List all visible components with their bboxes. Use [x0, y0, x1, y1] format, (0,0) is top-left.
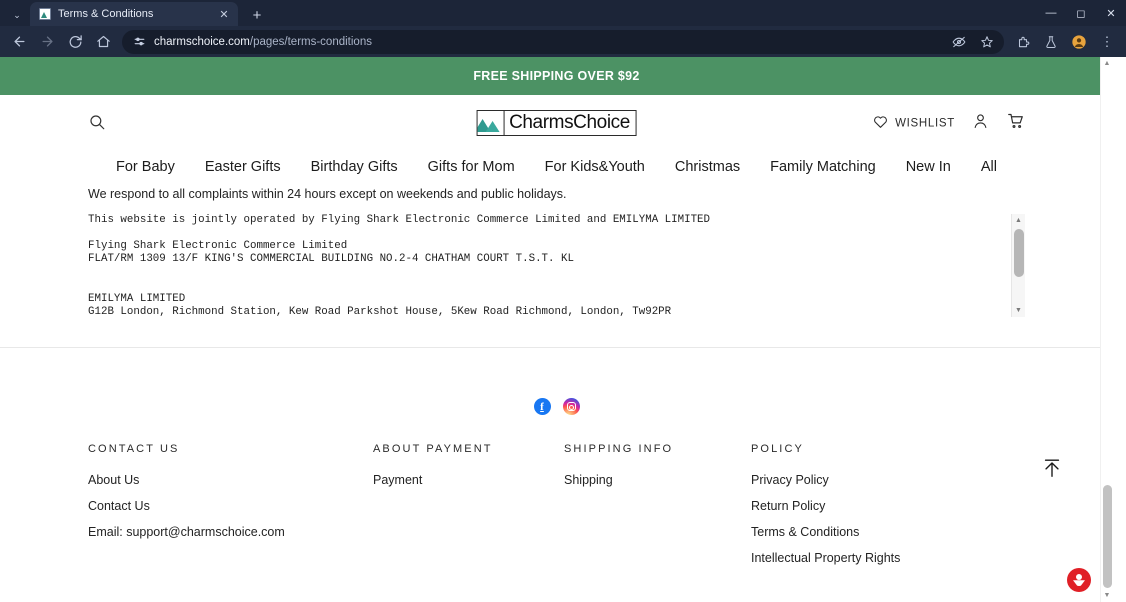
nav-item-gifts-for-mom[interactable]: Gifts for Mom [428, 159, 515, 175]
policy-scroll-region[interactable]: This website is jointly operated by Flyi… [88, 214, 1025, 317]
footer-column-contact-us: CONTACT US About Us Contact Us Email: su… [88, 443, 373, 577]
company2-name: EMILYMA LIMITED [88, 292, 186, 305]
instagram-glyph [566, 402, 576, 411]
chat-support-button[interactable] [1067, 568, 1091, 592]
footer-link-email[interactable]: Email: support@charmschoice.com [88, 525, 373, 539]
flask-icon[interactable] [1038, 29, 1064, 55]
site-footer: f CONTACT US About Us Contact Us Email: … [0, 348, 1113, 577]
forward-icon[interactable] [34, 29, 60, 55]
maximize-icon[interactable]: ◻ [1066, 0, 1096, 26]
site-logo[interactable]: CharmsChoice [476, 110, 637, 136]
social-links: f [88, 348, 1025, 415]
nav-item-christmas[interactable]: Christmas [675, 159, 740, 175]
close-icon[interactable]: ✕ [216, 6, 232, 22]
search-icon[interactable] [88, 113, 108, 133]
browser-tab[interactable]: Terms & Conditions ✕ [30, 2, 238, 26]
heart-icon [873, 115, 888, 132]
url-domain: charmschoice.com [154, 35, 250, 48]
policy-lead-text: We respond to all complaints within 24 h… [88, 187, 567, 201]
browser-toolbar: charmschoice.com/pages/terms-conditions … [0, 26, 1126, 57]
instagram-icon[interactable] [562, 398, 580, 415]
home-icon[interactable] [90, 29, 116, 55]
scroll-down-icon[interactable]: ▼ [1012, 304, 1025, 317]
browser-window: ⌄ Terms & Conditions ✕ + — ◻ ✕ charmscho… [0, 0, 1126, 602]
footer-link-shipping[interactable]: Shipping [564, 473, 751, 487]
tab-title: Terms & Conditions [58, 8, 154, 20]
company1-name: Flying Shark Electronic Commerce Limited [88, 240, 348, 253]
policy-scrollbar[interactable]: ▲ ▼ [1011, 214, 1025, 317]
tab-search-chevron-icon[interactable]: ⌄ [4, 4, 30, 26]
footer-heading: SHIPPING INFO [564, 443, 674, 455]
account-icon[interactable] [972, 112, 989, 134]
footer-link-terms-conditions[interactable]: Terms & Conditions [751, 525, 951, 539]
header-actions: WISHLIST [873, 112, 1025, 135]
site-settings-icon[interactable] [132, 35, 146, 49]
nav-item-all[interactable]: All [981, 159, 997, 175]
star-icon[interactable] [974, 29, 1000, 55]
reload-icon[interactable] [62, 29, 88, 55]
back-icon[interactable] [6, 29, 32, 55]
browser-menu-icon[interactable]: ⋮ [1094, 29, 1120, 55]
nav-item-new-in[interactable]: New In [906, 159, 951, 175]
footer-column-shipping-info: SHIPPING INFO Shipping [564, 443, 751, 577]
page-viewport: FREE SHIPPING OVER $92 CharmsChoice WISH… [0, 57, 1126, 602]
eye-slash-icon[interactable] [946, 29, 972, 55]
footer-column-about-payment: ABOUT PAYMENT Payment [373, 443, 564, 577]
wishlist-label: WISHLIST [895, 117, 955, 129]
footer-heading: CONTACT US [88, 443, 180, 455]
page-scrollbar-thumb[interactable] [1103, 485, 1112, 588]
site-header: CharmsChoice WISHLIST [0, 95, 1113, 151]
url-path: /pages/terms-conditions [249, 35, 372, 48]
footer-link-about-us[interactable]: About Us [88, 473, 373, 487]
footer-link-privacy-policy[interactable]: Privacy Policy [751, 473, 951, 487]
nav-item-family-matching[interactable]: Family Matching [770, 159, 876, 175]
footer-link-return-policy[interactable]: Return Policy [751, 499, 951, 513]
page-scroll-up-icon[interactable]: ▲ [1101, 57, 1113, 70]
nav-item-for-kids-youth[interactable]: For Kids&Youth [545, 159, 645, 175]
logo-text: CharmsChoice [509, 112, 630, 133]
nav-item-birthday-gifts[interactable]: Birthday Gifts [311, 159, 398, 175]
wishlist-button[interactable]: WISHLIST [873, 115, 955, 132]
window-controls: — ◻ ✕ [1036, 0, 1126, 26]
scroll-up-icon[interactable]: ▲ [1012, 214, 1025, 227]
footer-column-policy: POLICY Privacy Policy Return Policy Term… [751, 443, 951, 577]
page-scrollbar[interactable]: ▲ ▼ [1100, 57, 1113, 602]
scrollbar-thumb[interactable] [1014, 229, 1024, 277]
company2-address: G12B London, Richmond Station, Kew Road … [88, 305, 672, 317]
new-tab-button[interactable]: + [244, 4, 270, 26]
footer-link-contact-us[interactable]: Contact Us [88, 499, 373, 513]
chat-support-icon [1073, 573, 1086, 587]
web-page: FREE SHIPPING OVER $92 CharmsChoice WISH… [0, 57, 1113, 602]
main-navigation: For Baby Easter Gifts Birthday Gifts Gif… [0, 151, 1113, 184]
profile-avatar[interactable] [1066, 29, 1092, 55]
promo-banner: FREE SHIPPING OVER $92 [0, 57, 1113, 95]
extensions-icon[interactable] [1010, 29, 1036, 55]
back-to-top-button[interactable] [1036, 452, 1068, 484]
policy-operated-by: This website is jointly operated by Flyi… [88, 214, 711, 226]
nav-item-easter-gifts[interactable]: Easter Gifts [205, 159, 281, 175]
omnibox-actions [946, 30, 1000, 54]
company1-address: FLAT/RM 1309 13/F KING'S COMMERCIAL BUIL… [88, 253, 574, 266]
footer-heading: ABOUT PAYMENT [373, 443, 493, 455]
address-bar-url: charmschoice.com/pages/terms-conditions [154, 36, 372, 48]
facebook-icon[interactable]: f [533, 398, 551, 415]
footer-link-intellectual-property-rights[interactable]: Intellectual Property Rights [751, 551, 951, 565]
site-favicon [39, 8, 51, 20]
nav-item-for-baby[interactable]: For Baby [116, 159, 175, 175]
footer-heading: POLICY [751, 443, 804, 455]
window-close-icon[interactable]: ✕ [1096, 0, 1126, 26]
address-bar[interactable]: charmschoice.com/pages/terms-conditions [122, 29, 1004, 54]
cart-icon[interactable] [1006, 112, 1025, 135]
logo-mountain-icon [477, 111, 505, 135]
tab-strip: ⌄ Terms & Conditions ✕ + — ◻ ✕ [0, 0, 1126, 26]
page-scroll-down-icon[interactable]: ▼ [1101, 589, 1113, 602]
footer-columns: CONTACT US About Us Contact Us Email: su… [88, 443, 1025, 577]
policy-section: We respond to all complaints within 24 h… [0, 187, 1113, 317]
footer-link-payment[interactable]: Payment [373, 473, 564, 487]
minimize-icon[interactable]: — [1036, 0, 1066, 26]
